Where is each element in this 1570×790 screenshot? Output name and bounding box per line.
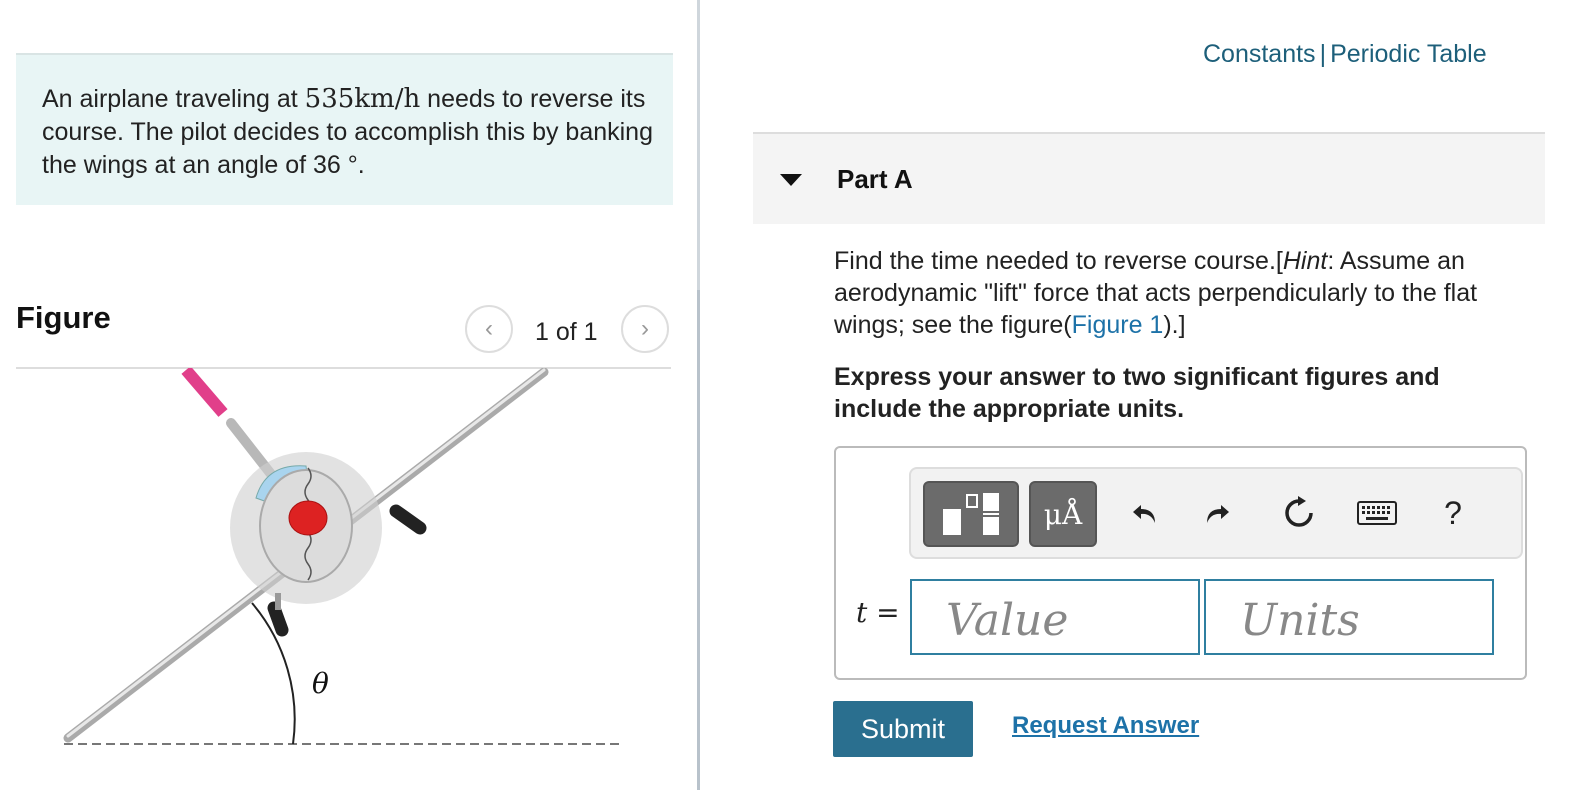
problem-text: An airplane traveling at 535km/h needs t… bbox=[42, 83, 662, 182]
periodic-table-link[interactable]: Periodic Table bbox=[1330, 40, 1487, 68]
templates-button[interactable] bbox=[923, 481, 1019, 547]
landing-gear-right bbox=[389, 504, 427, 535]
landing-gear-left bbox=[267, 601, 289, 637]
figure-pager-count: 1 of 1 bbox=[535, 318, 598, 346]
speed-value: 535km/h bbox=[304, 84, 421, 114]
undo-icon[interactable] bbox=[1123, 491, 1167, 535]
equals-sign: = bbox=[876, 596, 900, 629]
chevron-right-icon: › bbox=[641, 315, 649, 342]
previous-figure-button[interactable]: ‹ bbox=[465, 305, 513, 353]
math-toolbar: μÅ ? bbox=[909, 467, 1523, 559]
reset-icon[interactable] bbox=[1277, 491, 1321, 535]
variable-label: t = bbox=[856, 596, 900, 629]
question-text-part: ).] bbox=[1163, 311, 1186, 339]
resource-links: Constants | Periodic Table bbox=[1203, 40, 1487, 69]
hint-label: Hint bbox=[1282, 247, 1328, 275]
keyboard-icon[interactable] bbox=[1355, 491, 1399, 535]
help-button[interactable]: ? bbox=[1431, 491, 1475, 535]
problem-text-part: An airplane traveling at bbox=[42, 85, 305, 113]
redo-icon[interactable] bbox=[1195, 491, 1239, 535]
part-title: Part A bbox=[837, 164, 913, 194]
constants-link[interactable]: Constants bbox=[1203, 40, 1316, 68]
airplane-figure: θ bbox=[63, 368, 624, 745]
units-symbols-button[interactable]: μÅ bbox=[1029, 481, 1097, 547]
question-text-part: Find the time needed to reverse course.[ bbox=[834, 247, 1283, 275]
answer-instruction: Express your answer to two significant f… bbox=[834, 363, 1440, 423]
submit-button[interactable]: Submit bbox=[833, 701, 973, 757]
units-input[interactable]: Units bbox=[1204, 579, 1494, 655]
fraction-template-icon bbox=[943, 493, 999, 535]
figure-heading: Figure bbox=[16, 300, 111, 335]
next-figure-button[interactable]: › bbox=[621, 305, 669, 353]
part-a-header[interactable]: Part A bbox=[753, 132, 1545, 224]
collapse-triangle-icon[interactable] bbox=[780, 174, 802, 186]
figure-1-link[interactable]: Figure 1 bbox=[1072, 311, 1164, 339]
question-text: Find the time needed to reverse course.[… bbox=[834, 245, 1524, 341]
angle-label: θ bbox=[312, 667, 329, 700]
request-answer-link[interactable]: Request Answer bbox=[1012, 712, 1199, 740]
lift-vector-arrow bbox=[181, 368, 228, 417]
propeller-spinner bbox=[288, 500, 328, 536]
chevron-left-icon: ‹ bbox=[485, 315, 493, 342]
scroll-indicator[interactable] bbox=[697, 290, 700, 790]
value-input[interactable]: Value bbox=[910, 579, 1200, 655]
variable-symbol: t bbox=[856, 596, 868, 629]
problem-statement-box: An airplane traveling at 535km/h needs t… bbox=[16, 53, 673, 205]
links-separator: | bbox=[1319, 40, 1327, 68]
